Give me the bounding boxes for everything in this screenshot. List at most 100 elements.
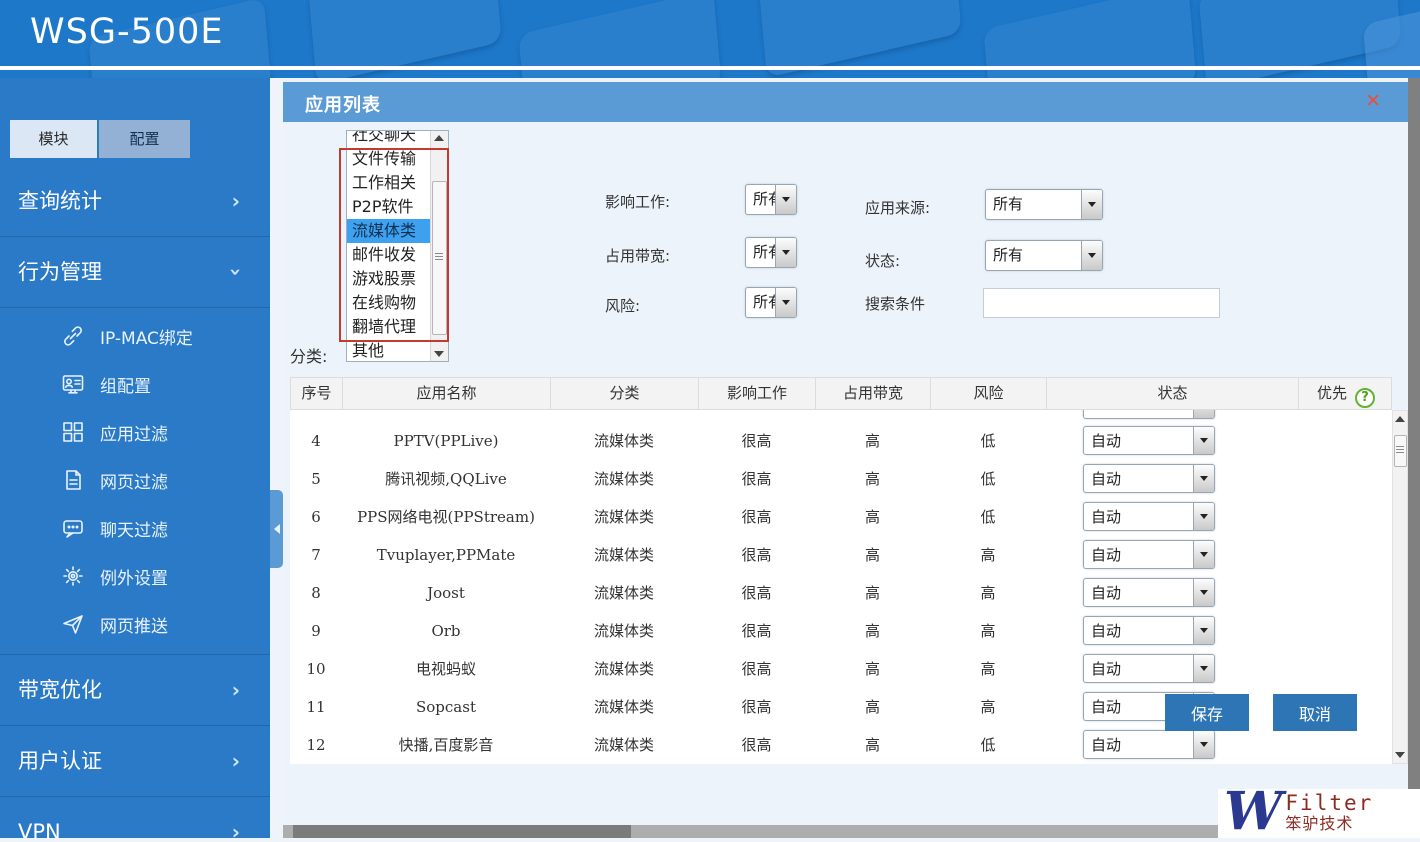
close-icon[interactable]: ✕ [1365, 90, 1381, 112]
bandwidth-filter-select[interactable]: 所有 [745, 237, 797, 268]
help-icon[interactable]: ? [1355, 388, 1375, 408]
cell-status: 自动 [1046, 536, 1298, 574]
cell-risk: 高 [930, 612, 1046, 650]
status-select[interactable]: 自动 [1083, 730, 1215, 759]
cancel-button[interactable]: 取消 [1273, 694, 1357, 731]
listbox-item[interactable]: P2P软件 [347, 195, 430, 219]
scroll-up-icon[interactable] [434, 135, 444, 141]
dropdown-arrow-icon[interactable] [1193, 410, 1214, 418]
dropdown-arrow-icon[interactable] [1193, 731, 1214, 758]
cell-category: 流媒体类 [550, 574, 698, 612]
sidebar-item-web-filter[interactable]: 网页过滤 [0, 456, 270, 504]
listbox-item[interactable]: 游戏股票 [347, 267, 430, 291]
tab-module[interactable]: 模块 [10, 120, 97, 158]
dropdown-arrow-icon[interactable] [1193, 427, 1214, 454]
vendor-watermark: W Filter 笨驴技术 [1218, 789, 1420, 838]
window-scrollbar-strip[interactable] [1408, 78, 1420, 838]
sidebar-tabs: 模块 配置 [10, 120, 270, 158]
sidebar-item-app-filter[interactable]: 应用过滤 [0, 408, 270, 456]
listbox-item[interactable]: 文件传输 [347, 147, 430, 171]
sidebar-group-vpn[interactable]: VPN › [0, 796, 270, 838]
horizontal-scrollbar-thumb[interactable] [293, 825, 631, 838]
panel-title: 应用列表 [305, 91, 381, 117]
status-select[interactable]: 自动 [1083, 502, 1215, 531]
page-icon [60, 467, 86, 493]
sidebar-group-query-stats[interactable]: 查询统计 › [0, 166, 270, 236]
listbox-item[interactable]: 邮件收发 [347, 243, 430, 267]
dropdown-arrow-icon[interactable] [1193, 617, 1214, 644]
table-scrollbar[interactable] [1392, 410, 1408, 764]
listbox-item[interactable]: 社交聊天 [347, 130, 430, 147]
save-button[interactable]: 保存 [1165, 694, 1249, 731]
sidebar-group-user-auth[interactable]: 用户认证 › [0, 725, 270, 796]
sidebar-item-label: 应用过滤 [100, 420, 168, 445]
listbox-item[interactable]: 翻墙代理 [347, 315, 430, 339]
dropdown-arrow-icon[interactable] [1193, 579, 1214, 606]
dropdown-arrow-icon[interactable] [1081, 190, 1102, 219]
dropdown-arrow-icon[interactable] [1081, 241, 1102, 270]
status-select[interactable]: 自动 [1083, 654, 1215, 683]
listbox-item[interactable]: 其他 [347, 339, 430, 362]
table-row: 9 Orb 流媒体类 很高 高 高 自动 [290, 612, 1392, 650]
listbox-item[interactable]: 在线购物 [347, 291, 430, 315]
cell-priority [1298, 498, 1392, 536]
sidebar-item-chat-filter[interactable]: 聊天过滤 [0, 504, 270, 552]
sidebar-item-group-config[interactable]: 组配置 [0, 360, 270, 408]
status-select[interactable]: 自动 [1083, 426, 1215, 455]
clipped-status-select[interactable] [1083, 410, 1215, 419]
search-input[interactable] [983, 288, 1220, 318]
source-filter-select[interactable]: 所有 [985, 189, 1103, 220]
cell-no: 12 [290, 726, 342, 764]
table-row: 6 PPS网络电视(PPStream) 流媒体类 很高 高 低 自动 [290, 498, 1392, 536]
col-header-impact: 影响工作 [699, 378, 816, 409]
dropdown-arrow-icon[interactable] [775, 238, 796, 267]
dropdown-arrow-icon[interactable] [1193, 541, 1214, 568]
cell-status: 自动 [1046, 574, 1298, 612]
listbox-scrollbar-thumb[interactable] [432, 181, 447, 335]
cell-priority [1298, 612, 1392, 650]
app-list-panel: 应用列表 ✕ 分类: 社交聊天 文件传输 工作相关 P2P软件 流媒体类 邮件收… [283, 78, 1408, 838]
cell-app-name: 电视蚂蚁 [342, 650, 550, 688]
cell-status: 自动 [1046, 498, 1298, 536]
scroll-up-icon[interactable] [1395, 416, 1405, 422]
cell-risk: 高 [930, 650, 1046, 688]
select-value: 自动 [1091, 465, 1121, 492]
listbox-item[interactable]: 工作相关 [347, 171, 430, 195]
select-value: 自动 [1091, 693, 1121, 720]
category-listbox[interactable]: 社交聊天 文件传输 工作相关 P2P软件 流媒体类 邮件收发 游戏股票 在线购物… [346, 130, 449, 362]
listbox-scrollbar[interactable] [430, 131, 448, 361]
status-select[interactable]: 自动 [1083, 578, 1215, 607]
dropdown-arrow-icon[interactable] [1193, 465, 1214, 492]
sidebar-group-behavior-mgmt[interactable]: 行为管理 › [0, 236, 270, 307]
table-row: 7 Tvuplayer,PPMate 流媒体类 很高 高 高 自动 [290, 536, 1392, 574]
scroll-down-icon[interactable] [434, 351, 444, 357]
sidebar-item-ip-mac-binding[interactable]: IP-MAC绑定 [0, 312, 270, 360]
impact-filter-select[interactable]: 所有 [745, 184, 797, 215]
cell-risk: 高 [930, 688, 1046, 726]
status-filter-select[interactable]: 所有 [985, 240, 1103, 271]
chevron-right-icon: › [232, 166, 240, 236]
status-select[interactable]: 自动 [1083, 616, 1215, 645]
status-select[interactable]: 自动 [1083, 464, 1215, 493]
sidebar-group-bandwidth[interactable]: 带宽优化 › [0, 654, 270, 725]
status-select[interactable]: 自动 [1083, 540, 1215, 569]
dropdown-arrow-icon[interactable] [1193, 503, 1214, 530]
tab-config[interactable]: 配置 [99, 120, 190, 158]
cell-priority [1298, 422, 1392, 460]
scroll-down-icon[interactable] [1395, 752, 1405, 758]
cell-bandwidth: 高 [815, 536, 930, 574]
cell-app-name: PPS网络电视(PPStream) [342, 498, 550, 536]
risk-filter-select[interactable]: 所有 [745, 287, 797, 318]
table-scrollbar-thumb[interactable] [1394, 435, 1407, 467]
table-row: 10 电视蚂蚁 流媒体类 很高 高 高 自动 [290, 650, 1392, 688]
sidebar-item-web-push[interactable]: 网页推送 [0, 600, 270, 648]
listbox-item[interactable]: 流媒体类 [347, 219, 430, 243]
dropdown-arrow-icon[interactable] [1193, 655, 1214, 682]
dropdown-arrow-icon[interactable] [775, 185, 796, 214]
cell-priority [1298, 650, 1392, 688]
cell-app-name: Joost [342, 574, 550, 612]
dropdown-arrow-icon[interactable] [775, 288, 796, 317]
sidebar-item-exception-settings[interactable]: 例外设置 [0, 552, 270, 600]
cell-category: 流媒体类 [550, 726, 698, 764]
sidebar-collapse-handle[interactable] [270, 490, 283, 568]
